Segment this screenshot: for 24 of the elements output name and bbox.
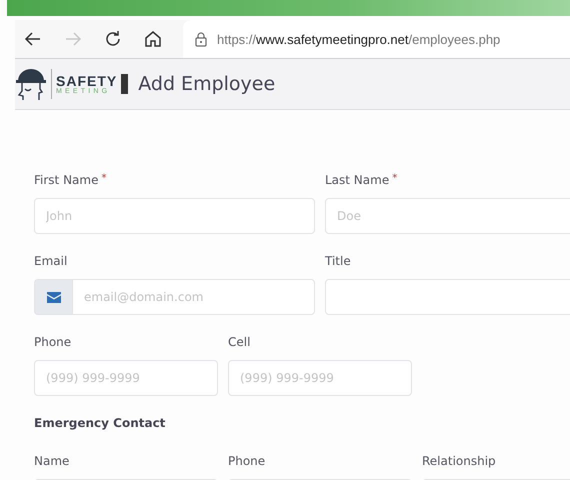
input-field[interactable]	[325, 279, 570, 315]
address-bar[interactable]: https://www.safetymeetingpro.net/employees.php	[183, 20, 570, 58]
field-label: Phone	[34, 335, 72, 349]
field-label: Email	[34, 254, 68, 268]
page-title: Add Employee	[138, 73, 276, 95]
input-field[interactable]: (999) 999-9999	[34, 360, 218, 396]
lock-icon	[195, 32, 207, 46]
field-label: First Name *	[34, 173, 108, 187]
input-field[interactable]: Doe	[325, 198, 570, 234]
home-icon[interactable]	[143, 29, 163, 49]
email-field[interactable]: email@domain.com	[72, 279, 315, 315]
field-label: Title	[325, 254, 352, 268]
logo-mark	[121, 74, 128, 94]
url-text: https://www.safetymeetingpro.net/employees.php	[217, 32, 500, 46]
field-label: Phone	[228, 454, 266, 468]
envelope-icon	[46, 292, 60, 302]
field-label: Relationship	[422, 454, 497, 468]
field-label: Name	[34, 454, 70, 468]
field-label: Cell	[228, 335, 252, 349]
logo-text: SAFETY	[56, 74, 118, 88]
worker-helmet-icon	[15, 67, 47, 101]
field-label: Last Name *	[325, 173, 398, 187]
section-heading: Emergency Contact	[34, 416, 166, 430]
input-field[interactable]: (999) 999-9999	[228, 360, 412, 396]
